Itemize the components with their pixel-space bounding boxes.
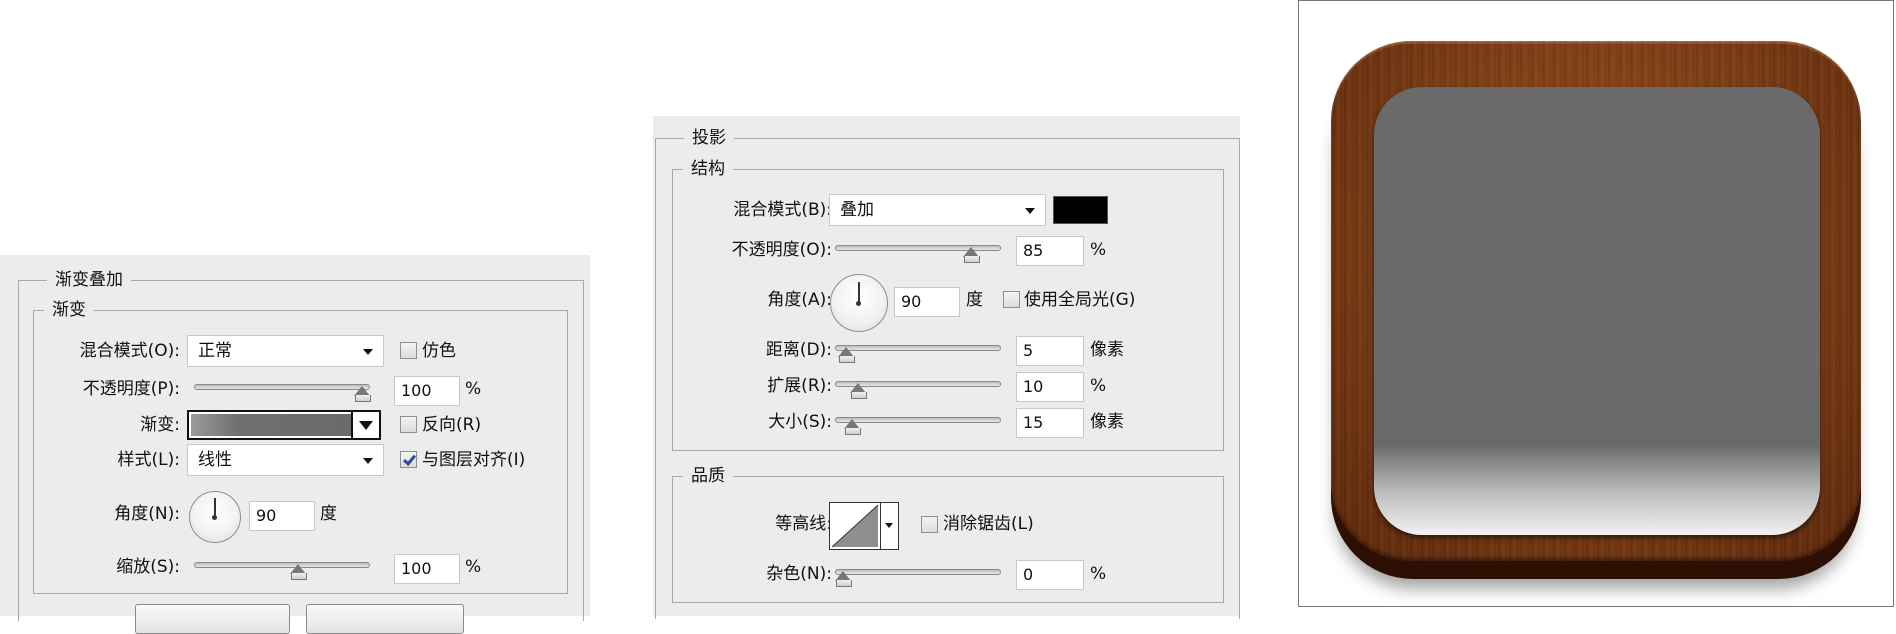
chevron-down-icon — [363, 349, 373, 355]
make-default-button[interactable] — [135, 604, 290, 634]
antialias-checkbox[interactable] — [921, 516, 938, 533]
reset-default-button[interactable] — [306, 604, 464, 634]
distance-slider-track[interactable] — [835, 345, 1001, 351]
angle-center-dot — [212, 515, 217, 520]
angle-unit: 度 — [320, 504, 337, 524]
shadow-blend-mode-label: 混合模式(B): — [733, 200, 832, 220]
reverse-checkbox[interactable] — [400, 416, 417, 433]
shadow-opacity-unit: % — [1090, 240, 1107, 260]
blend-mode-value: 正常 — [198, 341, 232, 361]
distance-label: 距离(D): — [765, 340, 832, 360]
shadow-blend-mode-select[interactable]: 叠加 — [829, 194, 1046, 226]
drop-shadow-title: 投影 — [684, 127, 734, 149]
angle-input[interactable]: 90 — [249, 501, 315, 531]
size-unit: 像素 — [1090, 412, 1124, 432]
scale-label: 缩放(S): — [116, 557, 180, 577]
dither-label: 仿色 — [422, 341, 456, 361]
noise-unit: % — [1090, 564, 1107, 584]
scale-slider-track[interactable] — [194, 562, 370, 568]
global-light-checkbox[interactable] — [1003, 291, 1020, 308]
contour-dropdown-button[interactable] — [880, 503, 898, 549]
noise-label: 杂色(N): — [766, 564, 832, 584]
shadow-angle-dial[interactable] — [830, 274, 888, 332]
contour-label: 等高线: — [775, 514, 832, 534]
gradient-picker[interactable] — [187, 410, 381, 440]
preview-box — [1298, 0, 1894, 607]
scale-slider-thumb[interactable] — [290, 564, 307, 580]
size-input[interactable]: 15 — [1016, 408, 1084, 438]
shadow-opacity-label: 不透明度(O): — [731, 240, 832, 260]
distance-slider-thumb[interactable] — [838, 347, 855, 363]
shadow-angle-input[interactable]: 90 — [894, 287, 960, 317]
global-light-label: 使用全局光(G) — [1024, 290, 1136, 310]
dither-checkbox[interactable] — [400, 342, 417, 359]
blend-mode-label: 混合模式(O): — [79, 341, 180, 361]
style-select[interactable]: 线性 — [187, 444, 384, 476]
align-with-layer-checkbox[interactable] — [400, 451, 417, 468]
shadow-opacity-input[interactable]: 85 — [1016, 236, 1084, 266]
gradient-overlay-title: 渐变叠加 — [47, 269, 131, 291]
drop-shadow-panel: 投影 结构 混合模式(B): 叠加 不透明度(O): 85 % 角度(A): 9… — [653, 116, 1240, 619]
reverse-label: 反向(R) — [422, 415, 482, 435]
gradient-label: 渐变: — [140, 415, 180, 435]
align-with-layer-label: 与图层对齐(I) — [422, 450, 526, 470]
spread-unit: % — [1090, 376, 1107, 396]
caret-down-icon — [885, 523, 893, 528]
opacity-slider-track[interactable] — [194, 384, 370, 390]
noise-slider-thumb[interactable] — [835, 571, 852, 587]
contour-preview-icon — [831, 504, 879, 548]
quality-fieldset: 品质 — [672, 465, 1224, 603]
shadow-angle-unit: 度 — [966, 290, 983, 310]
noise-slider-track[interactable] — [835, 569, 1001, 575]
spread-input[interactable]: 10 — [1016, 372, 1084, 402]
style-label: 样式(L): — [117, 450, 180, 470]
structure-title: 结构 — [683, 158, 733, 180]
opacity-input[interactable]: 100 — [394, 376, 460, 406]
spread-slider-thumb[interactable] — [850, 383, 867, 399]
noise-input[interactable]: 0 — [1016, 560, 1084, 590]
shadow-opacity-slider-thumb[interactable] — [962, 247, 980, 263]
shadow-blend-mode-value: 叠加 — [840, 200, 874, 220]
scale-unit: % — [465, 557, 482, 577]
gradient-swatch — [191, 414, 351, 436]
angle-label: 角度(N): — [114, 504, 180, 524]
chevron-down-icon — [1025, 208, 1035, 214]
shadow-angle-label: 角度(A): — [767, 290, 832, 310]
opacity-label: 不透明度(P): — [82, 379, 180, 399]
distance-unit: 像素 — [1090, 340, 1124, 360]
quality-title: 品质 — [683, 465, 733, 487]
blend-mode-select[interactable]: 正常 — [187, 335, 384, 367]
gradient-overlay-panel: 渐变叠加 渐变 混合模式(O): 正常 仿色 不透明度(P): 100 % 渐变… — [0, 255, 590, 634]
scale-input[interactable]: 100 — [394, 554, 460, 584]
style-value: 线性 — [198, 450, 232, 470]
caret-down-icon — [359, 421, 373, 430]
shadow-color-swatch[interactable] — [1053, 196, 1108, 224]
distance-input[interactable]: 5 — [1016, 336, 1084, 366]
size-label: 大小(S): — [768, 412, 832, 432]
icon-face — [1374, 87, 1820, 535]
chevron-down-icon — [363, 458, 373, 464]
spread-label: 扩展(R): — [767, 376, 832, 396]
angle-dial[interactable] — [189, 491, 241, 543]
opacity-unit: % — [465, 379, 482, 399]
contour-picker[interactable] — [829, 502, 899, 550]
size-slider-thumb[interactable] — [844, 419, 861, 435]
shadow-angle-center-dot — [856, 301, 861, 306]
gradient-group-title: 渐变 — [44, 299, 94, 321]
antialias-label: 消除锯齿(L) — [943, 514, 1034, 534]
gradient-dropdown-button[interactable] — [351, 412, 379, 438]
opacity-slider-thumb[interactable] — [354, 386, 371, 402]
